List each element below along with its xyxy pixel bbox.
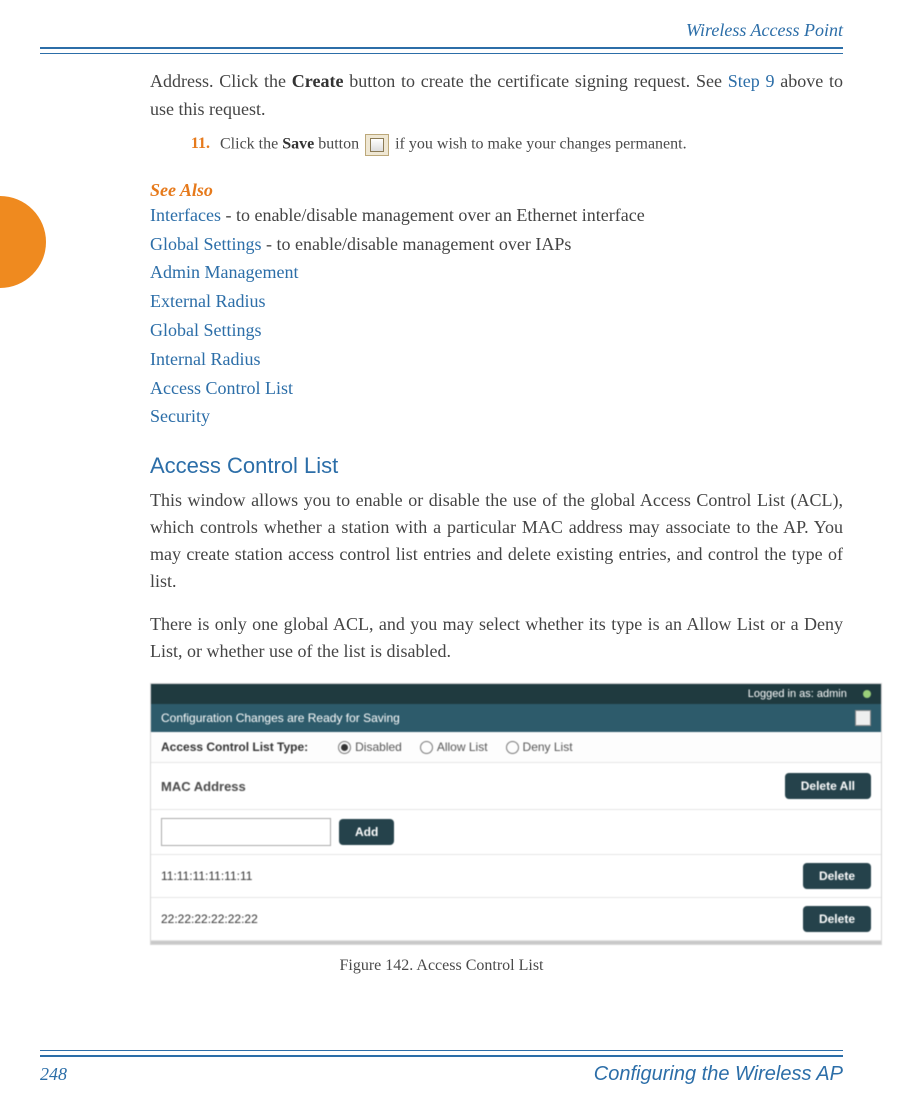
radio-disabled-label: Disabled	[355, 740, 402, 754]
step9-link[interactable]: Step 9	[728, 71, 775, 91]
radio-deny-label: Deny List	[523, 740, 573, 754]
radio-allow-list[interactable]: Allow List	[420, 740, 488, 754]
acl-type-label: Access Control List Type:	[161, 740, 308, 754]
text: if you wish to make your changes permane…	[391, 135, 686, 152]
radio-deny-list[interactable]: Deny List	[506, 740, 573, 754]
link-global-settings-2[interactable]: Global Settings	[150, 320, 262, 340]
continuation-paragraph: Address. Click the Create button to crea…	[150, 68, 843, 124]
page-footer: 248 Configuring the Wireless AP	[40, 1050, 843, 1086]
see-also-heading: See Also	[150, 180, 843, 201]
logged-in-label: Logged in as: admin	[748, 688, 847, 700]
text: button	[314, 135, 363, 152]
add-mac-row: Add	[151, 810, 881, 855]
save-icon	[365, 134, 389, 156]
delete-button[interactable]: Delete	[803, 906, 871, 932]
text: - to enable/disable management over an E…	[221, 205, 645, 225]
acl-screenshot: Logged in as: admin Configuration Change…	[150, 683, 882, 945]
mac-column-header: MAC Address	[161, 779, 785, 794]
running-head: Wireless Access Point	[40, 20, 843, 41]
mac-row: 22:22:22:22:22:22 Delete	[151, 898, 881, 941]
link-global-settings[interactable]: Global Settings	[150, 234, 262, 254]
link-access-control-list[interactable]: Access Control List	[150, 378, 293, 398]
mac-header-row: MAC Address Delete All	[151, 763, 881, 810]
figure-caption: Figure 142. Access Control List	[40, 957, 843, 975]
header-rule	[40, 47, 843, 54]
acl-paragraph-1: This window allows you to enable or disa…	[150, 487, 843, 595]
step-text: Click the Save button if you wish to mak…	[220, 134, 843, 156]
text: button to create the certificate signing…	[343, 71, 727, 91]
radio-disabled[interactable]: Disabled	[338, 740, 402, 754]
text: - to enable/disable management over IAPs	[262, 234, 572, 254]
text: Address. Click the	[150, 71, 292, 91]
link-admin-management[interactable]: Admin Management	[150, 262, 298, 282]
page-number: 248	[40, 1064, 67, 1085]
see-also-list: Interfaces - to enable/disable managemen…	[150, 201, 843, 431]
save-icon[interactable]	[855, 710, 871, 726]
create-keyword: Create	[292, 71, 344, 91]
footer-section-title: Configuring the Wireless AP	[594, 1063, 843, 1086]
acl-type-row: Access Control List Type: Disabled Allow…	[151, 732, 881, 763]
footer-rule	[40, 1050, 843, 1057]
text: Click the	[220, 135, 282, 152]
delete-button[interactable]: Delete	[803, 863, 871, 889]
add-button[interactable]: Add	[339, 819, 394, 845]
link-internal-radius[interactable]: Internal Radius	[150, 349, 260, 369]
delete-all-button[interactable]: Delete All	[785, 773, 871, 799]
link-external-radius[interactable]: External Radius	[150, 291, 265, 311]
link-security[interactable]: Security	[150, 406, 210, 426]
acl-paragraph-2: There is only one global ACL, and you ma…	[150, 611, 843, 665]
radio-allow-label: Allow List	[437, 740, 488, 754]
step-number: 11.	[150, 135, 220, 153]
config-banner-text: Configuration Changes are Ready for Savi…	[161, 711, 400, 725]
mac-value: 11:11:11:11:11:11	[161, 869, 803, 883]
mac-row: 11:11:11:11:11:11 Delete	[151, 855, 881, 898]
screenshot-bottom-bar	[151, 941, 881, 944]
link-interfaces[interactable]: Interfaces	[150, 205, 221, 225]
section-thumb-tab	[0, 196, 46, 288]
config-banner: Configuration Changes are Ready for Savi…	[151, 704, 881, 732]
section-heading-acl: Access Control List	[150, 453, 843, 479]
mac-value: 22:22:22:22:22:22	[161, 912, 803, 926]
mac-input[interactable]	[161, 818, 331, 846]
status-dot-icon	[863, 690, 871, 698]
save-keyword: Save	[282, 135, 314, 152]
step-11-row: 11. Click the Save button if you wish to…	[150, 134, 843, 156]
login-status-bar: Logged in as: admin	[151, 684, 881, 704]
